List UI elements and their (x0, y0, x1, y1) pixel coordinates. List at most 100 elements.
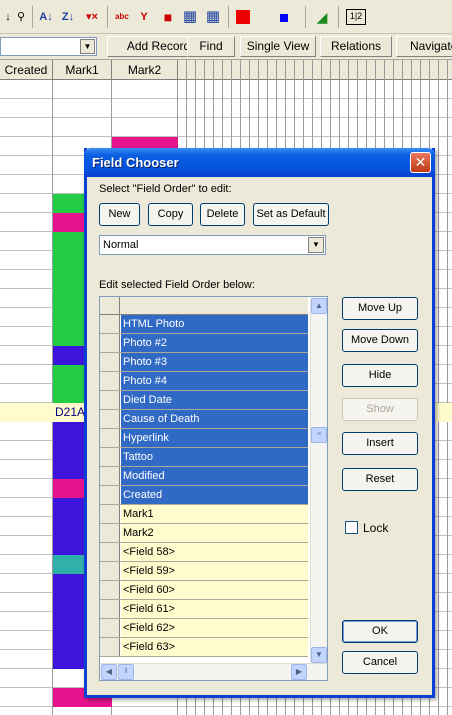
field-order-select[interactable]: Normal ▼ (99, 235, 326, 255)
row-selector[interactable] (100, 410, 120, 428)
field-list-item[interactable]: Photo #2 (100, 334, 308, 353)
scroll-thumb[interactable]: ≡ (311, 427, 327, 443)
row-selector[interactable] (100, 543, 120, 561)
scroll-up-icon[interactable]: ▲ (311, 298, 327, 314)
record-toolbar: ▼ Add Record Find Single View Relations … (0, 34, 452, 60)
column-header-created[interactable]: Created (0, 60, 53, 80)
field-name: <Field 58> (121, 543, 308, 561)
lock-checkbox[interactable] (345, 521, 358, 534)
column-header-mark2[interactable]: Mark2 (112, 60, 178, 80)
filter-red-icon[interactable]: ■ (160, 9, 176, 25)
red-square-icon[interactable] (236, 10, 250, 24)
view-combo[interactable]: ▼ (0, 37, 97, 56)
field-list-item[interactable]: Mark2 (100, 524, 308, 543)
field-name: Created (121, 486, 308, 504)
filter-red-icon[interactable]: Y (136, 9, 152, 25)
toolbar-separator (228, 6, 229, 28)
numbering-icon[interactable]: 1|2 (346, 9, 366, 25)
scroll-left-icon[interactable]: ◀ (101, 664, 117, 680)
chevron-down-icon[interactable]: ▼ (308, 237, 324, 253)
field-list-item[interactable]: Died Date (100, 391, 308, 410)
close-icon[interactable]: ✕ (410, 152, 431, 173)
cancel-button[interactable]: Cancel (342, 651, 418, 674)
insert-button[interactable]: Insert (342, 432, 418, 455)
field-list-item[interactable]: Modified (100, 467, 308, 486)
field-order-value: Normal (103, 239, 139, 251)
field-name: Mark1 (121, 505, 308, 523)
move-up-button[interactable]: Move Up (342, 297, 418, 320)
field-list-vscrollbar[interactable]: ▲ ≡ ▼ (310, 297, 327, 664)
scroll-down-icon[interactable]: ▼ (311, 647, 327, 663)
row-selector[interactable] (100, 562, 120, 580)
row-selector[interactable] (100, 638, 120, 656)
sort-za-icon[interactable]: Z↓ (60, 9, 76, 25)
field-name: <Field 63> (121, 638, 308, 656)
field-list-item[interactable]: <Field 63> (100, 638, 308, 657)
navigator-button[interactable]: Navigato (396, 36, 452, 57)
single-view-button[interactable]: Single View (240, 36, 316, 57)
chart-icon[interactable]: ◢ (314, 9, 330, 25)
toolbar-separator (107, 6, 108, 28)
row-selector[interactable] (100, 505, 120, 523)
field-list-item[interactable]: Hyperlink (100, 429, 308, 448)
field-list-item[interactable]: Mark1 (100, 505, 308, 524)
field-list-item[interactable]: <Field 62> (100, 619, 308, 638)
delete-button[interactable]: Delete (200, 203, 245, 226)
row-selector[interactable] (100, 619, 120, 637)
field-list-item[interactable]: HTML Photo (100, 315, 308, 334)
hscroll-thumb[interactable]: ⦀ (118, 664, 134, 680)
row-selector[interactable] (100, 486, 120, 504)
field-list[interactable]: HTML Photo Photo #2 Photo #3 Photo #4 Died D… (99, 296, 328, 681)
field-list-item[interactable]: Tattoo (100, 448, 308, 467)
field-name: Cause of Death (121, 410, 308, 428)
move-down-button[interactable]: Move Down (342, 329, 418, 352)
field-list-hscrollbar[interactable]: ◀ ⦀ ▶ (100, 663, 327, 680)
row-selector[interactable] (100, 429, 120, 447)
field-list-item[interactable]: Photo #3 (100, 353, 308, 372)
field-list-item[interactable]: <Field 59> (100, 562, 308, 581)
reset-button[interactable]: Reset (342, 468, 418, 491)
ok-button[interactable]: OK (342, 620, 418, 643)
row-selector[interactable] (100, 391, 120, 409)
field-list-item[interactable]: Created (100, 486, 308, 505)
column-header-mark1[interactable]: Mark1 (53, 60, 112, 80)
field-list-item[interactable]: Cause of Death (100, 410, 308, 429)
set-as-default-button[interactable]: Set as Default (253, 203, 329, 226)
filter-clear-icon[interactable]: ▾× (84, 9, 100, 25)
row-selector[interactable] (100, 524, 120, 542)
grid-b-icon[interactable]: ▦ (205, 9, 221, 25)
row-selector[interactable] (100, 467, 120, 485)
field-list-header (100, 297, 308, 315)
field-list-item[interactable]: <Field 58> (100, 543, 308, 562)
dialog-titlebar[interactable]: Field Chooser ✕ (84, 148, 435, 177)
field-name: <Field 62> (121, 619, 308, 637)
toolbar-separator (338, 6, 339, 28)
field-name: <Field 59> (121, 562, 308, 580)
grid-a-icon[interactable]: ▦ (182, 9, 198, 25)
sort-az-icon[interactable]: A↓ (38, 9, 54, 25)
scroll-right-icon[interactable]: ▶ (291, 664, 307, 680)
row-selector[interactable] (100, 372, 120, 390)
field-list-item[interactable]: <Field 60> (100, 581, 308, 600)
row-selector[interactable] (100, 334, 120, 352)
find-icon[interactable]: ⚲ (13, 9, 29, 25)
chevron-down-icon[interactable]: ▼ (80, 39, 95, 54)
hide-button[interactable]: Hide (342, 364, 418, 387)
field-list-item[interactable]: Photo #4 (100, 372, 308, 391)
relations-button[interactable]: Relations (320, 36, 392, 57)
blue-square-icon[interactable] (280, 14, 288, 22)
copy-button[interactable]: Copy (148, 203, 193, 226)
row-selector[interactable] (100, 581, 120, 599)
row-selector[interactable] (100, 600, 120, 618)
row-selector[interactable] (100, 353, 120, 371)
row-selector[interactable] (100, 315, 120, 333)
new-button[interactable]: New (99, 203, 140, 226)
show-button[interactable]: Show (342, 398, 418, 421)
field-name: <Field 60> (121, 581, 308, 599)
find-button[interactable]: Find (187, 36, 235, 57)
row-selector[interactable] (100, 448, 120, 466)
field-name: Tattoo (121, 448, 308, 466)
field-list-item[interactable]: <Field 61> (100, 600, 308, 619)
spell-icon[interactable]: abc (114, 9, 130, 25)
field-name: HTML Photo (121, 315, 308, 333)
